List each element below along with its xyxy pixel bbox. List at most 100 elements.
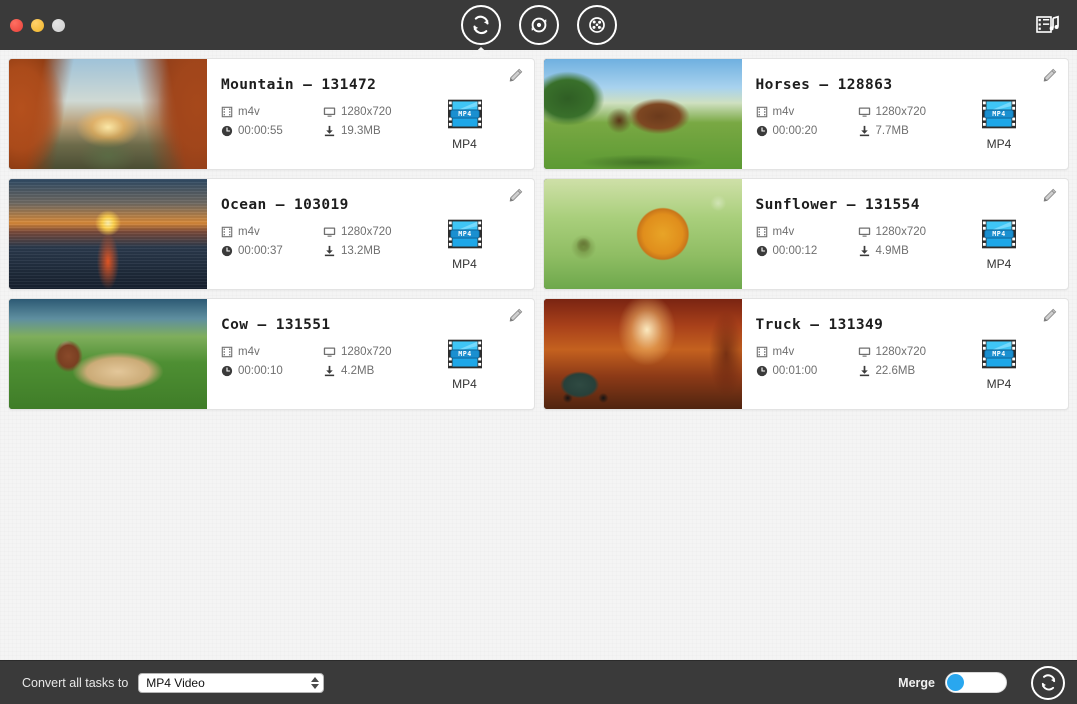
output-format-badge[interactable]: MP4 MP4 <box>434 97 496 151</box>
zoom-button[interactable] <box>52 19 65 32</box>
monitor-icon <box>323 346 336 358</box>
task-thumbnail[interactable] <box>9 179 207 289</box>
edit-task-button[interactable] <box>506 67 524 85</box>
edit-task-button[interactable] <box>1040 67 1058 85</box>
pencil-icon <box>1040 187 1058 205</box>
output-format-badge[interactable]: MP4 MP4 <box>968 337 1030 391</box>
task-duration-value: 00:00:20 <box>773 125 818 137</box>
output-format-select[interactable]: MP4 Video <box>138 673 324 693</box>
task-info: Ocean — 103019 m4v <box>207 179 534 289</box>
pencil-icon <box>1040 307 1058 325</box>
task-thumbnail[interactable] <box>544 179 742 289</box>
pencil-icon <box>506 307 524 325</box>
task-title: Sunflower — 131554 <box>756 197 1055 213</box>
task-card[interactable]: Truck — 131349 m4v <box>543 298 1070 410</box>
download-icon <box>858 245 871 257</box>
task-duration-value: 00:01:00 <box>773 365 818 377</box>
media-library-button[interactable] <box>1033 10 1063 40</box>
task-duration-value: 00:00:55 <box>238 125 283 137</box>
task-card[interactable]: Mountain — 131472 m4v <box>8 58 535 170</box>
task-format-value: m4v <box>238 106 260 118</box>
task-card[interactable]: Cow — 131551 m4v <box>8 298 535 410</box>
edit-task-button[interactable] <box>1040 187 1058 205</box>
output-format-badge[interactable]: MP4 MP4 <box>968 217 1030 271</box>
task-title: Horses — 128863 <box>756 77 1055 93</box>
task-thumbnail[interactable] <box>9 59 207 169</box>
task-resolution-value: 1280x720 <box>876 226 927 238</box>
download-tool-button[interactable] <box>577 5 617 45</box>
task-info: Mountain — 131472 m4v <box>207 59 534 169</box>
task-size-value: 19.3MB <box>341 125 381 137</box>
clock-icon <box>756 125 768 137</box>
output-format-badge[interactable]: MP4 MP4 <box>434 337 496 391</box>
convert-all-label: Convert all tasks to <box>22 676 128 690</box>
task-format: m4v <box>221 346 323 358</box>
task-duration: 00:01:00 <box>756 365 858 377</box>
download-icon <box>323 245 336 257</box>
task-thumbnail[interactable] <box>544 299 742 409</box>
task-grid: Mountain — 131472 m4v <box>8 58 1069 410</box>
edit-task-button[interactable] <box>506 187 524 205</box>
task-thumbnail[interactable] <box>9 299 207 409</box>
task-size-value: 4.9MB <box>876 245 909 257</box>
task-card[interactable]: Horses — 128863 m4v <box>543 58 1070 170</box>
task-duration-value: 00:00:37 <box>238 245 283 257</box>
clock-icon <box>221 125 233 137</box>
output-format-label: MP4 <box>968 137 1030 151</box>
convert-arrows-icon <box>1038 672 1059 693</box>
svg-text:MP4: MP4 <box>458 230 472 238</box>
task-duration-value: 00:00:10 <box>238 365 283 377</box>
task-duration: 00:00:55 <box>221 125 323 137</box>
film-icon <box>221 106 233 118</box>
output-format-label: MP4 <box>968 257 1030 271</box>
output-format-label: MP4 <box>434 137 496 151</box>
edit-task-button[interactable] <box>1040 307 1058 325</box>
close-button[interactable] <box>10 19 23 32</box>
task-format: m4v <box>221 226 323 238</box>
pencil-icon <box>1040 67 1058 85</box>
task-format-value: m4v <box>773 346 795 358</box>
task-meta: m4v 1280x720 00:00:37 <box>221 226 461 257</box>
download-icon <box>323 365 336 377</box>
edit-task-button[interactable] <box>506 307 524 325</box>
task-duration: 00:00:12 <box>756 245 858 257</box>
task-thumbnail[interactable] <box>544 59 742 169</box>
rip-tool-button[interactable] <box>519 5 559 45</box>
mp4-film-icon: MP4 <box>445 97 485 131</box>
task-meta: m4v 1280x720 00:00:12 <box>756 226 996 257</box>
task-format-value: m4v <box>238 226 260 238</box>
mp4-film-icon: MP4 <box>979 97 1019 131</box>
convert-arrows-icon <box>469 13 493 37</box>
svg-text:MP4: MP4 <box>992 350 1006 358</box>
svg-text:MP4: MP4 <box>992 110 1006 118</box>
bottom-bar: Convert all tasks to MP4 Video Merge <box>0 660 1077 704</box>
output-format-badge[interactable]: MP4 MP4 <box>434 217 496 271</box>
start-convert-button[interactable] <box>1031 666 1065 700</box>
mp4-film-icon: MP4 <box>979 337 1019 371</box>
film-icon <box>756 346 768 358</box>
output-format-value: MP4 Video <box>146 676 204 690</box>
pencil-icon <box>506 187 524 205</box>
task-resolution-value: 1280x720 <box>876 106 927 118</box>
film-music-icon <box>1035 13 1061 37</box>
stepper-arrows-icon[interactable] <box>311 677 319 689</box>
task-title: Mountain — 131472 <box>221 77 520 93</box>
window-controls <box>10 19 65 32</box>
film-download-icon <box>585 13 609 37</box>
task-format: m4v <box>756 226 858 238</box>
task-card[interactable]: Sunflower — 131554 m4v <box>543 178 1070 290</box>
task-resolution-value: 1280x720 <box>341 346 392 358</box>
output-format-badge[interactable]: MP4 MP4 <box>968 97 1030 151</box>
task-duration: 00:00:10 <box>221 365 323 377</box>
task-title: Cow — 131551 <box>221 317 520 333</box>
mp4-film-icon: MP4 <box>979 217 1019 251</box>
task-resolution-value: 1280x720 <box>876 346 927 358</box>
merge-toggle[interactable] <box>945 672 1007 693</box>
convert-tool-button[interactable] <box>461 5 501 45</box>
task-resolution-value: 1280x720 <box>341 226 392 238</box>
app-window: Mountain — 131472 m4v <box>0 0 1077 704</box>
toolbar <box>461 5 617 45</box>
task-size-value: 13.2MB <box>341 245 381 257</box>
task-card[interactable]: Ocean — 103019 m4v <box>8 178 535 290</box>
minimize-button[interactable] <box>31 19 44 32</box>
